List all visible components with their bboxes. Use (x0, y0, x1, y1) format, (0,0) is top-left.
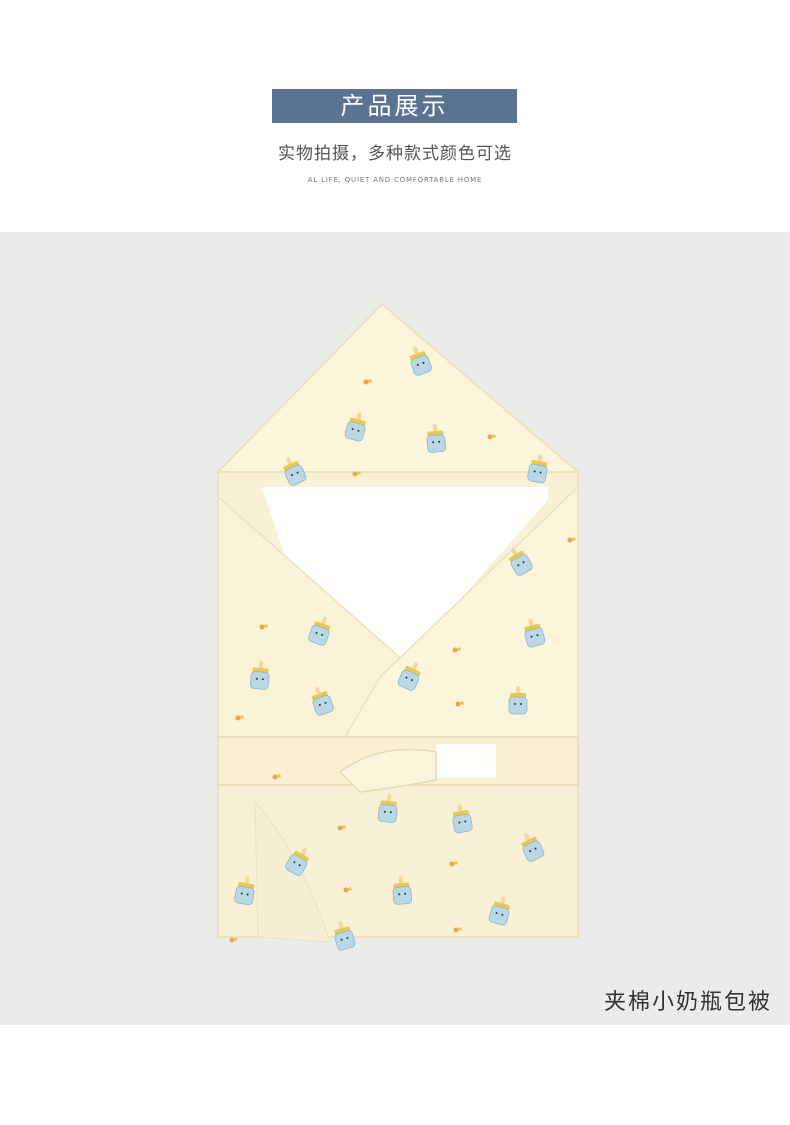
section-title-banner: 产品展示 (272, 89, 517, 123)
product-photo: 夹棉小奶瓶包被 (0, 232, 790, 1025)
section-tagline: AL LIFE, QUIET AND COMFORTABLE HOME (307, 176, 483, 184)
section-subtitle: 实物拍摄，多种款式颜色可选 (278, 144, 512, 164)
header-section: 产品展示 实物拍摄，多种款式颜色可选 AL LIFE, QUIET AND CO… (0, 0, 790, 232)
swaddle-blanket-image (215, 302, 581, 952)
product-caption: 夹棉小奶瓶包被 (603, 990, 772, 1015)
